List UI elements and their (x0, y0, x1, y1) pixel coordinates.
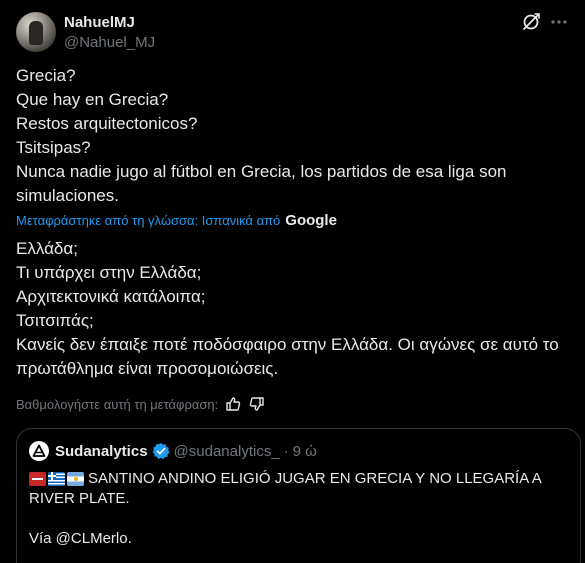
tweet-line: Restos arquitectonicos? (16, 114, 198, 133)
tweet-line: Nunca nadie jugo al fútbol en Grecia, lo… (16, 162, 507, 205)
handle[interactable]: @Nahuel_MJ (64, 33, 155, 52)
quote-header: Sudanalytics @sudanalytics_ · 9 ώ (29, 441, 568, 461)
avatar[interactable] (16, 12, 56, 52)
translated-by[interactable]: Μεταφράστηκε από τη γλώσσα: Ισπανικά από… (16, 212, 337, 230)
quote-avatar (29, 441, 49, 461)
quote-body: SANTINO ANDINO ELIGIÓ JUGAR EN GRECIA Y … (29, 470, 541, 507)
translation-line: Αρχιτεκτονικά κατάλοιπα; (16, 287, 206, 306)
translation-line: Κανείς δεν έπαιξε ποτέ ποδόσφαιρο στην Ε… (16, 335, 559, 378)
translation-text: Ελλάδα; Τι υπάρχει στην Ελλάδα; Αρχιτεκτ… (16, 237, 576, 381)
separator-dot: · (283, 442, 289, 460)
no-entry-icon (29, 472, 46, 486)
rate-label: Βαθμολογήστε αυτή τη μετάφραση: (16, 396, 219, 412)
translation-line: Ελλάδα; (16, 239, 78, 258)
quote-handle: @sudanalytics_ (173, 442, 280, 460)
translation-line: Τσιτσιπάς; (16, 311, 94, 330)
tweet-line: Tsitsipas? (16, 138, 91, 157)
quote-via: Vía @CLMerlo. (29, 530, 132, 547)
flag-emojis (29, 472, 84, 486)
quote-text: SANTINO ANDINO ELIGIÓ JUGAR EN GRECIA Y … (29, 469, 568, 509)
tweet-line: Grecia? (16, 66, 76, 85)
rate-translation: Βαθμολογήστε αυτή τη μετάφραση: (16, 395, 266, 413)
tweet-text: Grecia? Que hay en Grecia? Restos arquit… (16, 64, 576, 208)
thumbs-down-icon[interactable] (248, 395, 266, 413)
quote-timestamp: 9 ώ (292, 442, 317, 460)
grok-icon[interactable] (521, 12, 541, 32)
more-icon[interactable] (549, 12, 569, 32)
greece-flag-icon (48, 472, 65, 486)
google-logo: Google (285, 212, 337, 229)
translated-label[interactable]: Μεταφράστηκε από τη γλώσσα: Ισπανικά από (16, 212, 280, 230)
quoted-tweet[interactable]: Sudanalytics @sudanalytics_ · 9 ώ SANTIN… (16, 428, 581, 563)
quote-display-name: Sudanalytics (55, 442, 148, 460)
tweet-line: Que hay en Grecia? (16, 90, 169, 109)
tweet-header: NahuelMJ @Nahuel_MJ (16, 12, 569, 56)
thumbs-up-icon[interactable] (224, 395, 242, 413)
display-name[interactable]: NahuelMJ (64, 13, 155, 32)
translation-line: Τι υπάρχει στην Ελλάδα; (16, 263, 202, 282)
author-info[interactable]: NahuelMJ @Nahuel_MJ (64, 13, 155, 52)
verified-badge-icon (152, 442, 170, 460)
argentina-flag-icon (67, 472, 84, 486)
